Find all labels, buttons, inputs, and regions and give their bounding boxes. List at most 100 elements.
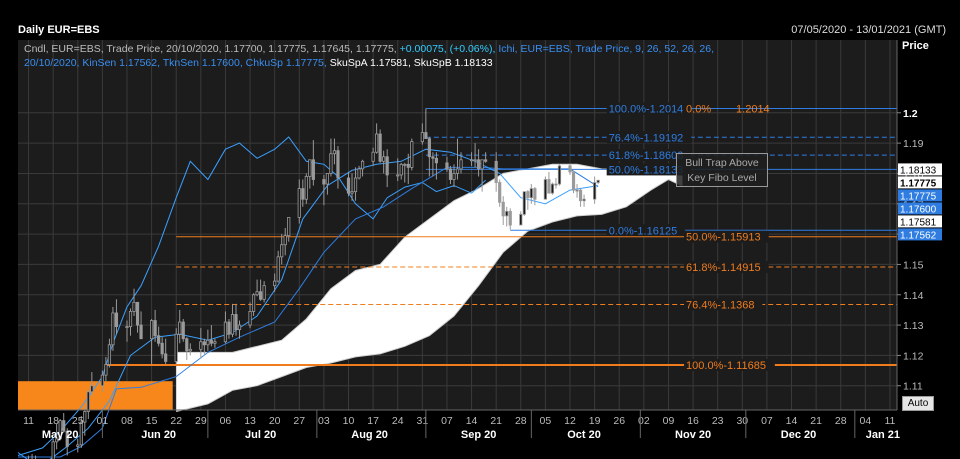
candle-body bbox=[157, 335, 161, 344]
date-tick-label: 16 bbox=[687, 415, 699, 427]
candle-body bbox=[420, 132, 424, 142]
fib-level-label: 61.8%-1.18606 bbox=[609, 150, 684, 162]
candle-body bbox=[529, 188, 533, 199]
candle-body bbox=[160, 342, 164, 355]
fib-level-label: 100.0%-1.2014 bbox=[609, 104, 684, 116]
month-label: Jun 20 bbox=[141, 429, 176, 441]
candle-body bbox=[543, 179, 548, 200]
candle-body bbox=[248, 311, 252, 326]
date-tick-label: 26 bbox=[613, 415, 625, 427]
candle-body bbox=[410, 141, 414, 168]
date-tick-label: 06 bbox=[220, 415, 232, 427]
date-tick-label: 20 bbox=[269, 415, 281, 427]
fib-level-label: 1.2014 bbox=[736, 104, 770, 116]
candle-body bbox=[526, 191, 530, 199]
candle-body bbox=[227, 321, 231, 335]
candle-body bbox=[424, 132, 428, 139]
date-tick-label: 28 bbox=[515, 415, 527, 427]
candle-body bbox=[357, 168, 361, 179]
candle-body bbox=[350, 191, 354, 194]
candle-body bbox=[86, 391, 90, 412]
candle-body bbox=[459, 159, 463, 170]
candle-body bbox=[164, 353, 168, 362]
date-tick-label: 07 bbox=[441, 415, 453, 427]
candle-body bbox=[346, 177, 351, 194]
candle-body bbox=[301, 188, 305, 200]
candle-body bbox=[596, 179, 600, 183]
candle-body bbox=[473, 159, 477, 162]
candle-body bbox=[209, 339, 213, 344]
candle-body bbox=[125, 326, 129, 328]
candle-body bbox=[494, 160, 498, 183]
date-tick-label: 28 bbox=[835, 415, 847, 427]
price-tick-label: 1.15 bbox=[903, 259, 924, 271]
candle-body bbox=[382, 156, 386, 162]
candle-body bbox=[547, 179, 551, 194]
candle-body bbox=[434, 157, 439, 164]
candle-body bbox=[174, 333, 178, 362]
date-tick-label: 14 bbox=[786, 415, 798, 427]
candle-body bbox=[455, 168, 460, 174]
candle-body bbox=[139, 324, 143, 340]
date-tick-label: 04 bbox=[860, 415, 872, 427]
fib-level-label: 76.4%-1.19192 bbox=[609, 132, 684, 144]
month-label: Sep 20 bbox=[461, 429, 496, 441]
legend-line-1: Cndl, EUR=EBS, Trade Price, 20/10/2020, … bbox=[24, 42, 714, 56]
candle-body bbox=[575, 189, 579, 192]
candle-body bbox=[150, 320, 154, 340]
candle-body bbox=[132, 301, 136, 312]
candle-body bbox=[484, 159, 488, 162]
candle-body bbox=[332, 150, 337, 155]
auto-scale-button[interactable]: Auto bbox=[902, 396, 934, 411]
candle-body bbox=[188, 348, 192, 352]
candle-body bbox=[259, 291, 263, 300]
candle-body bbox=[237, 324, 242, 331]
candle-body bbox=[255, 291, 259, 296]
candle-body bbox=[51, 441, 55, 459]
candle-body bbox=[480, 159, 484, 170]
bull-trap-annotation: Bull Trap Above Key Fibo Level bbox=[676, 153, 768, 187]
fib-level-label: 100.0%-1.11685 bbox=[686, 360, 766, 372]
date-tick-label: 18 bbox=[47, 415, 59, 427]
candle-body bbox=[371, 151, 375, 162]
price-tick-label: 1.11 bbox=[903, 381, 923, 393]
fib-level-label: 50.0%-1.15913 bbox=[686, 232, 761, 244]
candle-body bbox=[519, 213, 523, 226]
candle-body bbox=[234, 314, 238, 331]
date-tick-label: 31 bbox=[416, 415, 428, 427]
date-tick-label: 27 bbox=[293, 415, 305, 427]
candle-body bbox=[90, 385, 94, 393]
candle-body bbox=[399, 163, 403, 176]
candle-body bbox=[505, 210, 509, 217]
candle-body bbox=[554, 183, 558, 186]
candle-body bbox=[578, 189, 583, 202]
fib-level-label: 0.0% bbox=[686, 104, 711, 116]
candle-body bbox=[550, 183, 555, 194]
candle-body bbox=[111, 312, 115, 346]
candle-body bbox=[325, 173, 330, 185]
date-tick-label: 10 bbox=[343, 415, 355, 427]
chart-window: 100.0%-1.2014 0.0% 1.2014 76.4%-1.19192 61.8… bbox=[0, 0, 960, 459]
fib-level-label: 61.8%-1.14915 bbox=[686, 262, 761, 274]
date-tick-label: 13 bbox=[244, 415, 256, 427]
candle-body bbox=[308, 159, 312, 177]
candle-body bbox=[230, 314, 235, 335]
date-tick-label: 14 bbox=[466, 415, 478, 427]
price-tick-label: 1.2 bbox=[903, 108, 918, 120]
candle-body bbox=[135, 301, 140, 326]
candle-body bbox=[353, 177, 358, 193]
month-label: Aug 20 bbox=[351, 429, 388, 441]
price-label-text: 1.17600 bbox=[900, 204, 937, 215]
legend-senkou-values: SkuSpA 1.17581, SkuSpB 1.18133 bbox=[329, 57, 493, 69]
date-tick-label: 02 bbox=[638, 415, 650, 427]
candle-body bbox=[378, 133, 382, 162]
candle-body bbox=[329, 153, 333, 174]
price-axis-header: Price bbox=[902, 40, 929, 52]
candle-body bbox=[107, 344, 112, 365]
candle-body bbox=[273, 280, 277, 287]
candle-body bbox=[76, 444, 80, 447]
annotation-line-1: Bull Trap Above bbox=[685, 157, 759, 169]
price-tick-label: 1.19 bbox=[903, 138, 924, 150]
date-tick-label: 17 bbox=[367, 415, 379, 427]
candle-body bbox=[322, 179, 326, 185]
